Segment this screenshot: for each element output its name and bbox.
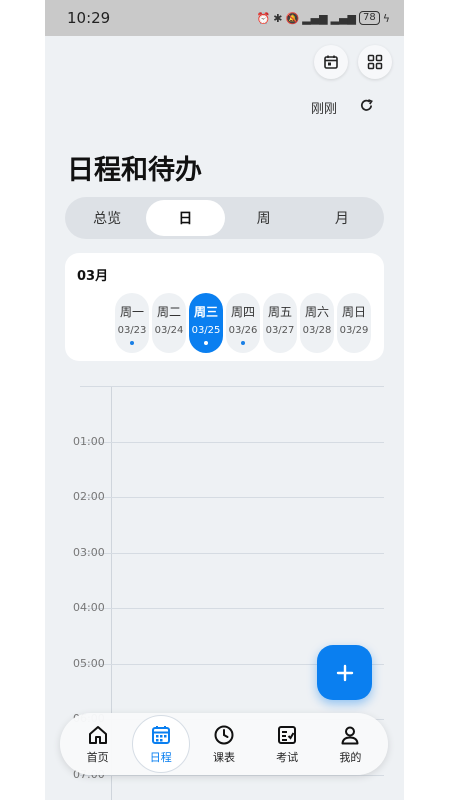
- battery-indicator: 78: [359, 11, 380, 25]
- nav-schedule[interactable]: 日程: [131, 715, 190, 773]
- day-date: 03/28: [302, 325, 332, 336]
- day-name: 周日: [341, 305, 366, 319]
- app-screen: 10:29 ⏰ ✱ 🔕 ▂▄▆ ▂▄▆ 78 ϟ 刚刚 日程和待办 总览 日 周…: [45, 0, 404, 800]
- hour-line: [80, 386, 384, 387]
- nav-profile[interactable]: 我的: [321, 715, 379, 773]
- status-bar: 10:29 ⏰ ✱ 🔕 ▂▄▆ ▂▄▆ 78 ϟ: [45, 0, 404, 36]
- nav-exam[interactable]: 考试: [258, 715, 316, 773]
- hour-label: 02:00: [73, 490, 105, 503]
- hour-label: 04:00: [73, 601, 105, 614]
- event-dot: [130, 341, 134, 345]
- day-name: 周二: [156, 305, 181, 319]
- event-dot: [204, 341, 208, 345]
- day-date: 03/23: [117, 325, 147, 336]
- day-name: 周四: [230, 305, 255, 319]
- month-label: 03月: [77, 269, 109, 284]
- grid-icon: [367, 54, 383, 70]
- calendar-button[interactable]: [314, 45, 348, 79]
- calendar-icon: [151, 725, 170, 744]
- alarm-icon: ⏰: [256, 11, 271, 25]
- nav-home[interactable]: 首页: [69, 715, 127, 773]
- day-name: 周五: [267, 305, 292, 319]
- week-card: 03月 周一 03/23 周二 03/24 周三 03/25 周四 03/26: [65, 253, 384, 361]
- calendar-icon: [324, 55, 338, 69]
- tab-week[interactable]: 周: [225, 200, 303, 236]
- apps-button[interactable]: [358, 45, 392, 79]
- hour-line: [80, 775, 384, 776]
- refresh-button[interactable]: [359, 98, 374, 117]
- top-actions: [314, 45, 392, 79]
- nav-label: 首页: [86, 750, 109, 764]
- day-pill[interactable]: 周二 03/24: [152, 293, 186, 353]
- nav-label: 考试: [276, 750, 299, 764]
- tab-overview[interactable]: 总览: [68, 200, 146, 236]
- day-date: 03/24: [154, 325, 184, 336]
- plus-icon: [336, 664, 353, 681]
- view-tabs: 总览 日 周 月: [65, 197, 384, 239]
- nav-timetable[interactable]: 课表: [195, 715, 253, 773]
- day-pill-selected[interactable]: 周三 03/25: [189, 293, 223, 353]
- day-date: 03/29: [339, 325, 369, 336]
- day-pill[interactable]: 周日 03/29: [337, 293, 371, 353]
- system-indicators: ⏰ ✱ 🔕 ▂▄▆ ▂▄▆ 78 ϟ: [257, 11, 390, 25]
- tab-month[interactable]: 月: [303, 200, 381, 236]
- add-event-button[interactable]: [317, 645, 372, 700]
- user-icon: [341, 726, 359, 744]
- event-dot: [241, 341, 245, 345]
- day-pill[interactable]: 周六 03/28: [300, 293, 334, 353]
- day-pill[interactable]: 周四 03/26: [226, 293, 260, 353]
- day-name: 周六: [304, 305, 329, 319]
- day-name: 周一: [119, 305, 144, 319]
- page-title: 日程和待办: [67, 155, 202, 186]
- clock-icon: [214, 725, 234, 744]
- day-pill[interactable]: 周五 03/27: [263, 293, 297, 353]
- mute-icon: 🔕: [285, 11, 300, 25]
- day-date: 03/27: [265, 325, 295, 336]
- hour-label: 03:00: [73, 546, 105, 559]
- status-time: 10:29: [67, 9, 111, 27]
- signal-icon: ▂▄▆: [302, 11, 328, 25]
- hour-line: [80, 497, 384, 498]
- week-days: 周一 03/23 周二 03/24 周三 03/25 周四 03/26 周五 0…: [115, 293, 371, 353]
- hour-line: [80, 442, 384, 443]
- hour-line: [80, 553, 384, 554]
- hour-label: 01:00: [73, 435, 105, 448]
- day-date: 03/26: [228, 325, 258, 336]
- refresh-row: 刚刚: [311, 98, 374, 117]
- refresh-icon: [361, 99, 373, 111]
- home-icon: [88, 725, 107, 744]
- charging-icon: ϟ: [382, 11, 390, 25]
- nav-label: 日程: [149, 750, 172, 764]
- hour-line: [80, 608, 384, 609]
- bluetooth-icon: ✱: [273, 11, 283, 25]
- last-refresh-time: 刚刚: [310, 102, 337, 117]
- nav-label: 课表: [212, 750, 235, 764]
- day-name: 周三: [193, 305, 218, 319]
- exam-icon: [278, 725, 297, 744]
- day-pill[interactable]: 周一 03/23: [115, 293, 149, 353]
- tab-day[interactable]: 日: [146, 200, 225, 236]
- signal-2-icon: ▂▄▆: [330, 11, 356, 25]
- hour-label: 05:00: [73, 657, 105, 670]
- bottom-nav: 首页 日程 课表 考试 我的: [60, 713, 388, 775]
- nav-label: 我的: [339, 750, 362, 764]
- day-date: 03/25: [191, 325, 221, 336]
